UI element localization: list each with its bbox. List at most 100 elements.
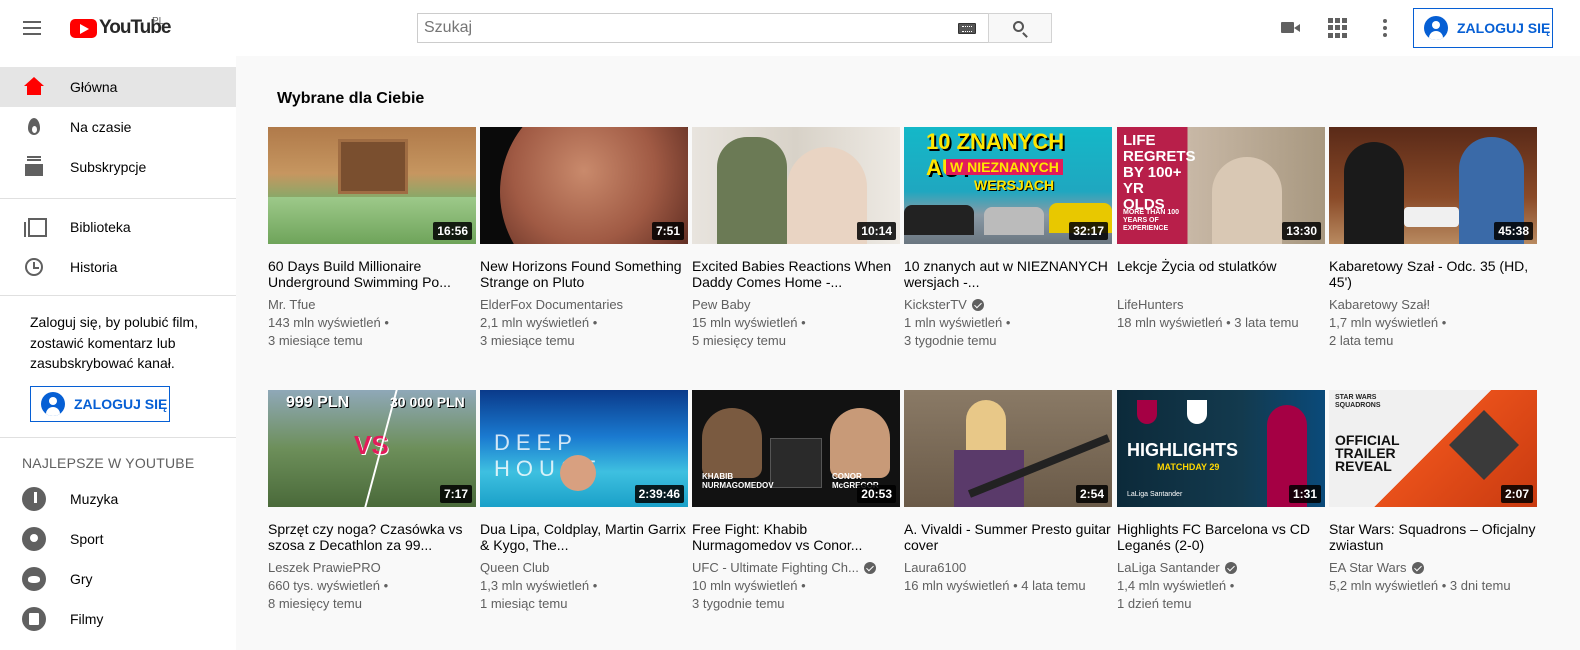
channel-name[interactable]: EA Star Wars [1329,559,1537,577]
channel-name[interactable]: Queen Club [480,559,688,577]
thumbnail-art [770,438,822,488]
thumbnail-caption: HIGHLIGHTS [1127,440,1238,460]
more-options-icon[interactable] [1373,16,1397,40]
signin-button[interactable]: ZALOGUJ SIĘ [1413,8,1553,48]
channel-name-text: LaLiga Santander [1117,560,1220,575]
video-thumbnail[interactable]: 45:38 [1329,127,1537,244]
channel-name[interactable]: LaLiga Santander [1117,559,1325,577]
channel-name[interactable]: UFC - Ultimate Fighting Ch... [692,559,900,577]
channel-name[interactable]: Mr. Tfue [268,296,476,314]
view-count: 143 mln wyświetleń • [268,315,389,330]
channel-name[interactable]: KicksterTV [904,296,1112,314]
video-thumbnail[interactable]: 10 ZNANYCH AUT W NIEZNANYCH WERSJACH 32:… [904,127,1112,244]
search-input[interactable] [418,14,988,42]
keyboard-icon[interactable] [958,23,976,34]
thumbnail-art [904,205,974,235]
video-thumbnail[interactable]: 10:14 [692,127,900,244]
trending-icon [22,115,46,139]
video-title[interactable]: Highlights FC Barcelona vs CD Leganés (2… [1117,521,1325,553]
video-card[interactable]: 45:38 Kabaretowy Szał - Odc. 35 (HD, 45'… [1329,127,1537,350]
sidebar-item-music[interactable]: Muzyka [0,479,236,519]
channel-name-text: Pew Baby [692,297,751,312]
thumbnail-art [1212,157,1282,244]
sidebar-signin-button[interactable]: ZALOGUJ SIĘ [30,386,170,422]
club-crest-icon [1187,400,1207,424]
apps-grid-icon[interactable] [1326,16,1350,40]
thumbnail-caption: 999 PLN [286,394,350,411]
hamburger-menu-icon[interactable] [16,12,48,44]
upload-age: 3 miesiące temu [268,333,363,348]
sidebar-item-history[interactable]: Historia [0,247,236,287]
club-crest-icon [1137,400,1157,424]
video-title[interactable]: A. Vivaldi - Summer Presto guitar cover [904,521,1112,553]
video-card[interactable]: 16:56 60 Days Build Millionaire Undergro… [268,127,476,350]
thumbnail-art [1449,410,1519,480]
video-thumbnail[interactable]: LIFE REGRETS BY 100+ YR OLDS MORE THAN 1… [1117,127,1325,244]
video-card[interactable]: 7:51 New Horizons Found Something Strang… [480,127,688,350]
sidebar-item-gaming[interactable]: Gry [0,559,236,599]
channel-name-text: Laura6100 [904,560,967,575]
video-card[interactable]: 10:14 Excited Babies Reactions When Dadd… [692,127,900,350]
sidebar-item-home[interactable]: Główna [0,67,236,107]
verified-icon [1224,562,1237,574]
video-title[interactable]: Excited Babies Reactions When Daddy Come… [692,258,900,290]
video-thumbnail[interactable]: 16:56 [268,127,476,244]
video-title[interactable]: New Horizons Found Something Strange on … [480,258,688,290]
video-card[interactable]: 10 ZNANYCH AUT W NIEZNANYCH WERSJACH 32:… [904,127,1112,350]
video-thumbnail[interactable]: KHABIB NURMAGOMEDOV CONOR McGREGOR 20:53 [692,390,900,507]
upload-age: 3 miesiące temu [480,333,575,348]
sidebar-item-library[interactable]: Biblioteka [0,207,236,247]
video-thumbnail[interactable]: HIGHLIGHTS MATCHDAY 29 LaLiga Santander … [1117,390,1325,507]
section-title: Wybrane dla Ciebie [277,90,425,107]
video-thumbnail[interactable]: DEEP HOUSE 2:39:46 [480,390,688,507]
top-header: YouTube PL ZALOGUJ SIĘ [0,0,1580,56]
video-card[interactable]: 999 PLN 30 000 PLN VS 7:17 Sprzęt czy no… [268,390,476,613]
search-box [417,13,988,43]
verified-icon [971,299,984,311]
channel-name[interactable]: ElderFox Documentaries [480,296,688,314]
video-title[interactable]: Sprzęt czy noga? Czasówka vs szosa z Dec… [268,521,476,553]
sidebar-item-label: Historia [70,259,118,275]
sidebar-item-subscriptions[interactable]: Subskrypcje [0,147,236,187]
video-thumbnail[interactable]: 999 PLN 30 000 PLN VS 7:17 [268,390,476,507]
video-card[interactable]: HIGHLIGHTS MATCHDAY 29 LaLiga Santander … [1117,390,1325,613]
video-thumbnail[interactable]: 7:51 [480,127,688,244]
video-card[interactable]: DEEP HOUSE 2:39:46 Dua Lipa, Coldplay, M… [480,390,688,613]
video-title[interactable]: Dua Lipa, Coldplay, Martin Garrix & Kygo… [480,521,688,553]
thumbnail-caption: WERSJACH [974,177,1055,193]
channel-name[interactable]: Laura6100 [904,559,1112,577]
video-card[interactable]: 2:54 A. Vivaldi - Summer Presto guitar c… [904,390,1112,595]
channel-name[interactable]: Pew Baby [692,296,900,314]
movies-icon [22,607,46,631]
thumbnail-art [702,408,762,478]
video-card[interactable]: STAR WARS SQUADRONS OFFICIAL TRAILER REV… [1329,390,1537,595]
sidebar-item-sport[interactable]: Sport [0,519,236,559]
video-card[interactable]: LIFE REGRETS BY 100+ YR OLDS MORE THAN 1… [1117,127,1325,332]
video-thumbnail[interactable]: 2:54 [904,390,1112,507]
view-count: 16 mln wyświetleń • 4 lata temu [904,578,1086,593]
view-count: 15 mln wyświetleń • [692,315,806,330]
video-title[interactable]: Free Fight: Khabib Nurmagomedov vs Conor… [692,521,900,553]
youtube-play-icon [70,18,97,38]
video-card[interactable]: KHABIB NURMAGOMEDOV CONOR McGREGOR 20:53… [692,390,900,613]
video-title[interactable]: Kabaretowy Szał - Odc. 35 (HD, 45') [1329,258,1537,290]
video-title[interactable]: Lekcje Życia od stulatków [1117,258,1325,290]
view-count: 1,3 mln wyświetleń • [480,578,598,593]
channel-name[interactable]: Leszek PrawiePRO [268,559,476,577]
video-title[interactable]: Star Wars: Squadrons – Oficjalny zwiastu… [1329,521,1537,553]
video-duration: 45:38 [1494,222,1533,240]
history-icon [22,255,46,279]
verified-icon [863,562,876,574]
search-button[interactable] [988,13,1052,43]
channel-name[interactable]: LifeHunters [1117,296,1325,314]
create-video-icon[interactable] [1279,16,1303,40]
thumbnail-art [787,147,867,244]
sidebar-item-trending[interactable]: Na czasie [0,107,236,147]
video-title[interactable]: 10 znanych aut w NIEZNANYCH wersjach -..… [904,258,1112,290]
sidebar-item-movies[interactable]: Filmy [0,599,236,639]
channel-name[interactable]: Kabaretowy Szał! [1329,296,1537,314]
upload-age: 3 tygodnie temu [692,596,785,611]
video-thumbnail[interactable]: STAR WARS SQUADRONS OFFICIAL TRAILER REV… [1329,390,1537,507]
search-icon [1013,21,1024,32]
video-title[interactable]: 60 Days Build Millionaire Underground Sw… [268,258,476,290]
